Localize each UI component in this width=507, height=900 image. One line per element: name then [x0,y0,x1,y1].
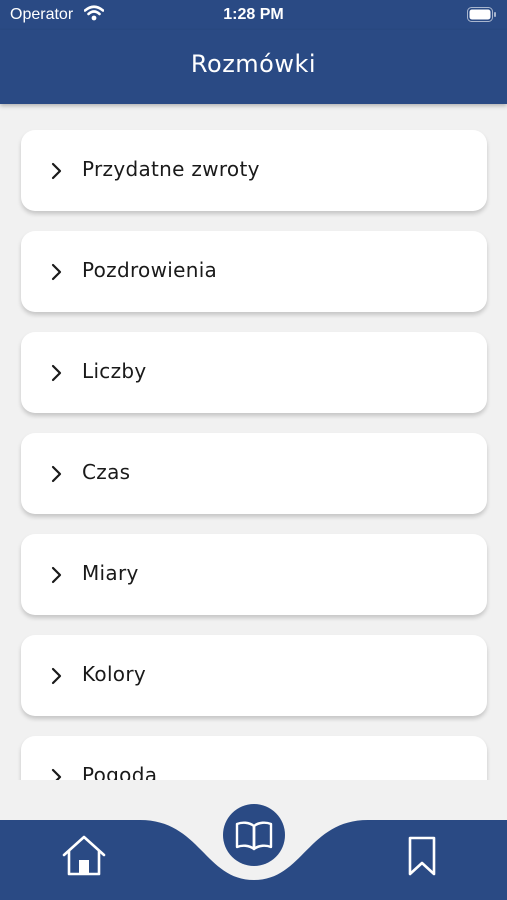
category-label: Liczby [82,359,147,383]
page-title: Rozmówki [190,50,317,78]
category-item-miary[interactable]: Miary [21,534,487,615]
chevron-right-icon [51,364,62,382]
category-label: Przydatne zwroty [82,157,260,181]
category-item-liczby[interactable]: Liczby [21,332,487,413]
category-item-kolory[interactable]: Kolory [21,635,487,716]
navigation-bar: Rozmówki [0,30,507,104]
category-label: Czas [82,460,131,484]
category-item-pogoda[interactable]: Pogoda [21,736,487,780]
chevron-right-icon [51,667,62,685]
chevron-right-icon [51,162,62,180]
bookmark-icon [408,836,436,876]
battery-icon [467,7,496,22]
category-item-przydatne-zwroty[interactable]: Przydatne zwroty [21,130,487,211]
status-time: 1:28 PM [223,6,284,23]
open-book-icon [235,821,273,851]
home-icon [62,835,106,876]
category-label: Pozdrowienia [82,258,218,282]
tab-home[interactable] [58,830,110,882]
chevron-right-icon [51,566,62,584]
category-label: Miary [82,561,139,585]
bottom-tab-bar [0,780,507,900]
category-list: Przydatne zwroty Pozdrowienia Liczby Cza… [21,130,487,780]
chevron-right-icon [51,768,62,780]
category-label: Pogoda [82,763,158,780]
category-label: Kolory [82,662,147,686]
status-bar: Operator 1:28 PM [0,0,507,30]
chevron-right-icon [51,263,62,281]
tab-bookmarks[interactable] [396,830,448,882]
chevron-right-icon [51,465,62,483]
category-item-pozdrowienia[interactable]: Pozdrowienia [21,231,487,312]
category-item-czas[interactable]: Czas [21,433,487,514]
tab-phrasebook[interactable] [223,804,285,866]
category-list-scroll[interactable]: Przydatne zwroty Pozdrowienia Liczby Cza… [0,104,507,780]
